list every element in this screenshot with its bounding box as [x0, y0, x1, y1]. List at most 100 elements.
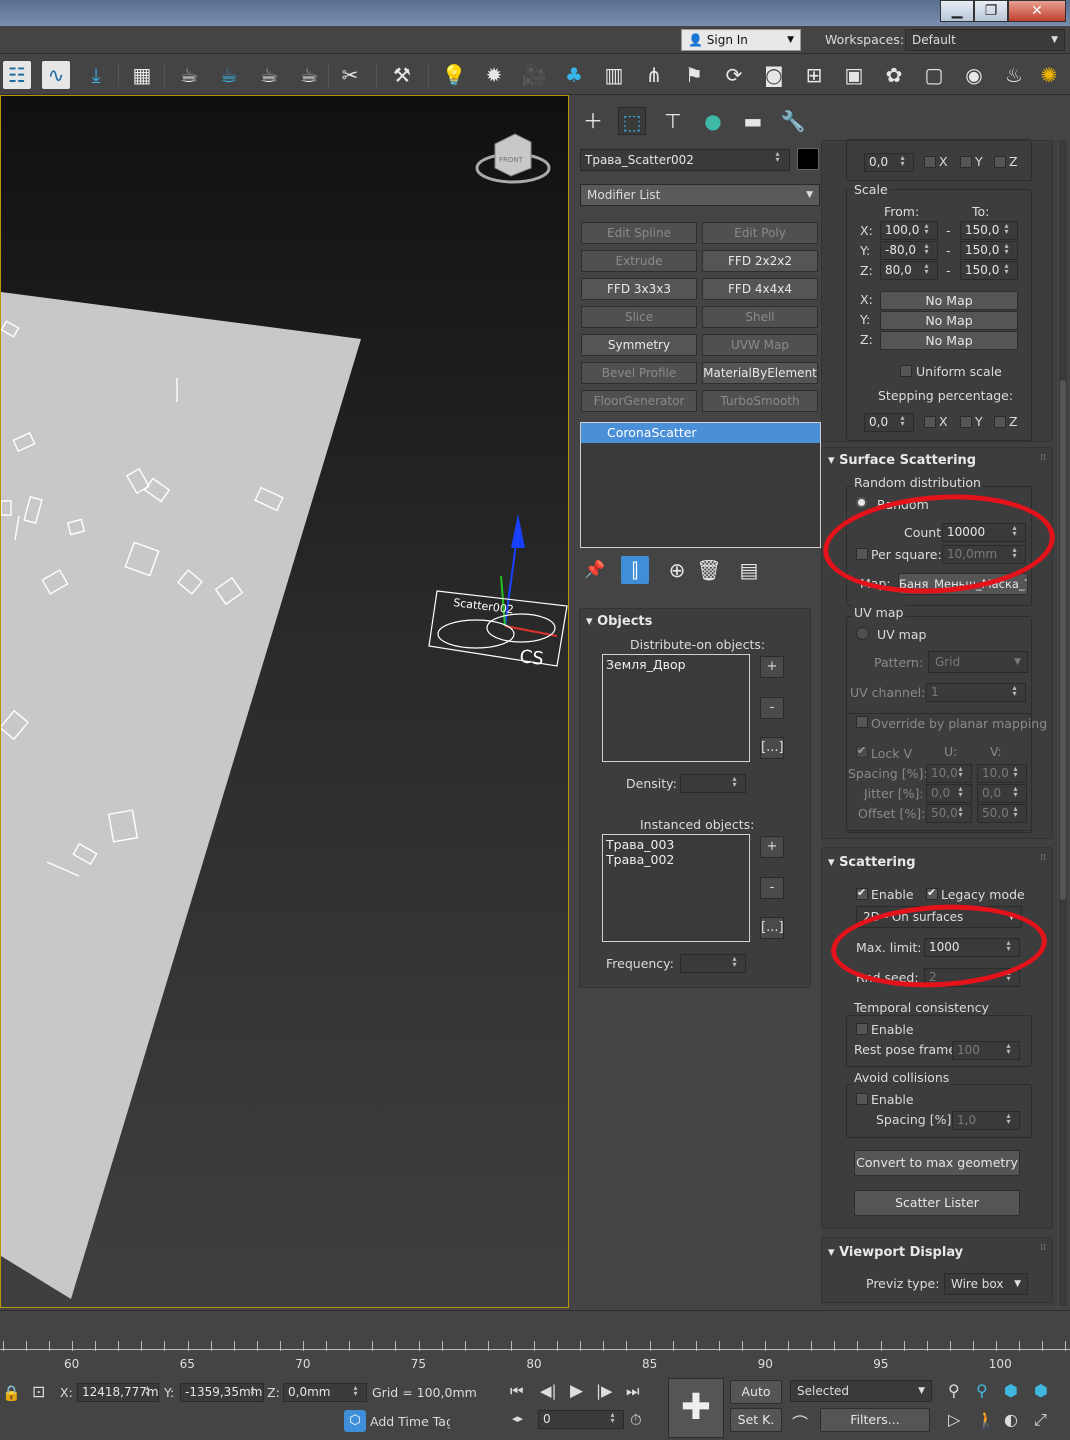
modifier-list-dropdown[interactable]: Modifier List ▼: [580, 184, 820, 206]
scale-x-to-spinner[interactable]: 150,0: [960, 221, 1018, 240]
viewport-render-icon[interactable]: ▣: [840, 61, 868, 89]
set-key-button[interactable]: Set K.: [730, 1408, 782, 1432]
hierarchy-tab-icon[interactable]: ⊤: [659, 107, 687, 135]
scattering-title[interactable]: ▾ Scattering: [828, 855, 916, 870]
uv-jitter-v-spinner[interactable]: 0,0: [977, 784, 1027, 803]
random-radio[interactable]: [856, 497, 867, 508]
go-to-end-icon[interactable]: ⏭: [626, 1382, 640, 1400]
timeline[interactable]: 60 65 70 75 80 85 90 95 100: [0, 1310, 1070, 1376]
rotation-step-spinner[interactable]: 0,0: [864, 153, 914, 172]
uv-spacing-v-spinner[interactable]: 10,0: [977, 764, 1027, 783]
panel-scrollbar[interactable]: [1059, 140, 1067, 1306]
scatter-icon[interactable]: ♣: [560, 61, 588, 89]
schematic-view-icon[interactable]: ⤓: [82, 61, 110, 89]
remove-instanced-button[interactable]: -: [760, 877, 784, 899]
object-color-swatch[interactable]: [797, 148, 819, 170]
camera-icon[interactable]: 🎥: [520, 61, 548, 89]
reload-icon[interactable]: ⟳: [720, 61, 748, 89]
scene-explorer-icon[interactable]: ☷: [3, 61, 31, 89]
render-setup-icon[interactable]: ☕: [175, 61, 203, 89]
orbit-icon[interactable]: ◐: [1004, 1410, 1018, 1429]
field-of-view-icon[interactable]: ▷: [948, 1410, 960, 1429]
viewport-display-title[interactable]: ▾ Viewport Display: [828, 1245, 963, 1260]
scale-map-y-button[interactable]: No Map: [880, 311, 1018, 330]
create-tab-icon[interactable]: ＋: [579, 107, 607, 135]
uv-offset-u-spinner[interactable]: 50,0: [926, 804, 972, 823]
uv-jitter-u-spinner[interactable]: 0,0: [926, 784, 972, 803]
modifier-button-ffd-2x2x2[interactable]: FFD 2x2x2: [702, 250, 818, 272]
coord-z-field[interactable]: 0,0mm: [283, 1383, 367, 1402]
uv-offset-v-spinner[interactable]: 50,0: [977, 804, 1027, 823]
avoid-enable-checkbox[interactable]: [856, 1093, 868, 1105]
previous-frame-icon[interactable]: ◀|: [540, 1382, 557, 1400]
auto-key-button[interactable]: Auto: [730, 1380, 782, 1404]
stepping-z-checkbox[interactable]: [994, 416, 1006, 428]
key-filter-dropdown[interactable]: Selected ▼: [790, 1380, 932, 1402]
previz-type-dropdown[interactable]: Wire box ▼: [944, 1273, 1028, 1295]
add-instanced-button[interactable]: +: [760, 836, 784, 858]
stepping-y-checkbox[interactable]: [960, 416, 972, 428]
frequency-spinner[interactable]: [680, 954, 746, 973]
modifier-button-floorgenerator[interactable]: FloorGenerator: [581, 390, 697, 412]
object-name-field[interactable]: Трава_Scatter002: [580, 149, 790, 171]
rollout-grip-icon[interactable]: ⁞⁞: [1040, 853, 1046, 863]
safe-frame-icon[interactable]: ▢: [920, 61, 948, 89]
lock-v-checkbox[interactable]: [856, 744, 868, 758]
render-iterative-icon[interactable]: ☕: [295, 61, 323, 89]
set-key-big-button[interactable]: ✚: [668, 1378, 724, 1438]
sun-icon[interactable]: ✹: [480, 61, 508, 89]
rest-pose-spinner[interactable]: 100: [952, 1041, 1020, 1060]
show-end-result-icon[interactable]: ⫿: [621, 556, 649, 584]
filters-button[interactable]: Filters...: [820, 1408, 930, 1432]
configure-sets-icon[interactable]: ▤: [735, 556, 763, 584]
material-editor-icon[interactable]: ▦: [128, 61, 156, 89]
sign-in-dropdown[interactable]: 👤 Sign In ▼: [681, 29, 801, 51]
stack-item-coronascatter[interactable]: CoronaScatter: [581, 423, 820, 443]
scatter-lister-button[interactable]: Scatter Lister: [854, 1190, 1020, 1216]
modify-tab-icon[interactable]: ⬚: [618, 107, 646, 135]
modifier-button-uvw-map[interactable]: UVW Map: [702, 334, 818, 356]
make-unique-icon[interactable]: ⊕: [663, 556, 691, 584]
modifier-button-turbosmooth[interactable]: TurboSmooth: [702, 390, 818, 412]
pin-stack-icon[interactable]: 📌: [581, 556, 609, 584]
lock-icon[interactable]: 🔒: [2, 1384, 21, 1402]
stepping-spinner[interactable]: 0,0: [864, 413, 914, 432]
curve-editor-icon[interactable]: ∿: [42, 61, 70, 89]
rotation-y-checkbox[interactable]: [960, 156, 972, 168]
delete-modifier-icon[interactable]: 🗑: [695, 556, 723, 584]
fur-icon[interactable]: ⋔: [640, 61, 668, 89]
list-item[interactable]: Трава_002: [606, 852, 746, 867]
zoom-icon[interactable]: ⚲: [948, 1381, 960, 1400]
convert-to-geometry-button[interactable]: Convert to max geometry: [854, 1150, 1020, 1176]
go-to-start-icon[interactable]: ⏮: [510, 1382, 524, 1400]
close-button[interactable]: ✕: [1008, 0, 1066, 22]
modifier-button-materialbyelement[interactable]: MaterialByElement: [702, 362, 818, 384]
modifier-button-ffd-4x4x4[interactable]: FFD 4x4x4: [702, 278, 818, 300]
rendered-frame-icon[interactable]: ☕: [215, 61, 243, 89]
scale-x-from-spinner[interactable]: 100,0: [880, 221, 938, 240]
key-mode-icon[interactable]: ◂▸: [512, 1412, 523, 1425]
modifier-button-symmetry[interactable]: Symmetry: [581, 334, 697, 356]
cut-icon[interactable]: ✂: [336, 61, 364, 89]
modifier-button-edit-poly[interactable]: Edit Poly: [702, 222, 818, 244]
scale-map-z-button[interactable]: No Map: [880, 331, 1018, 350]
legacy-mode-checkbox[interactable]: [926, 886, 938, 900]
hammer-icon[interactable]: ⚒: [388, 61, 416, 89]
eye-icon[interactable]: ◉: [960, 61, 988, 89]
instanced-objects-list[interactable]: Трава_003 Трава_002: [602, 834, 750, 942]
display-tab-icon[interactable]: ▬: [739, 107, 767, 135]
corona-icon[interactable]: ✺: [1035, 61, 1063, 89]
modifier-button-edit-spline[interactable]: Edit Spline: [581, 222, 697, 244]
stepping-x-checkbox[interactable]: [924, 416, 936, 428]
modifier-button-bevel-profile[interactable]: Bevel Profile: [581, 362, 697, 384]
modifier-button-shell[interactable]: Shell: [702, 306, 818, 328]
uv-spacing-u-spinner[interactable]: 10,0: [926, 764, 972, 783]
key-tangent-icon[interactable]: ⌒: [792, 1410, 808, 1434]
particles-icon[interactable]: ✿: [880, 61, 908, 89]
light-bulb-icon[interactable]: 💡: [440, 61, 468, 89]
add-time-tag-icon[interactable]: ⬡: [344, 1410, 366, 1432]
rollout-grip-icon[interactable]: ⁞⁞: [1040, 1243, 1046, 1253]
add-distribute-button[interactable]: +: [760, 656, 784, 678]
modifier-button-ffd-3x3x3[interactable]: FFD 3x3x3: [581, 278, 697, 300]
coord-x-field[interactable]: 12418,777m: [77, 1383, 159, 1402]
